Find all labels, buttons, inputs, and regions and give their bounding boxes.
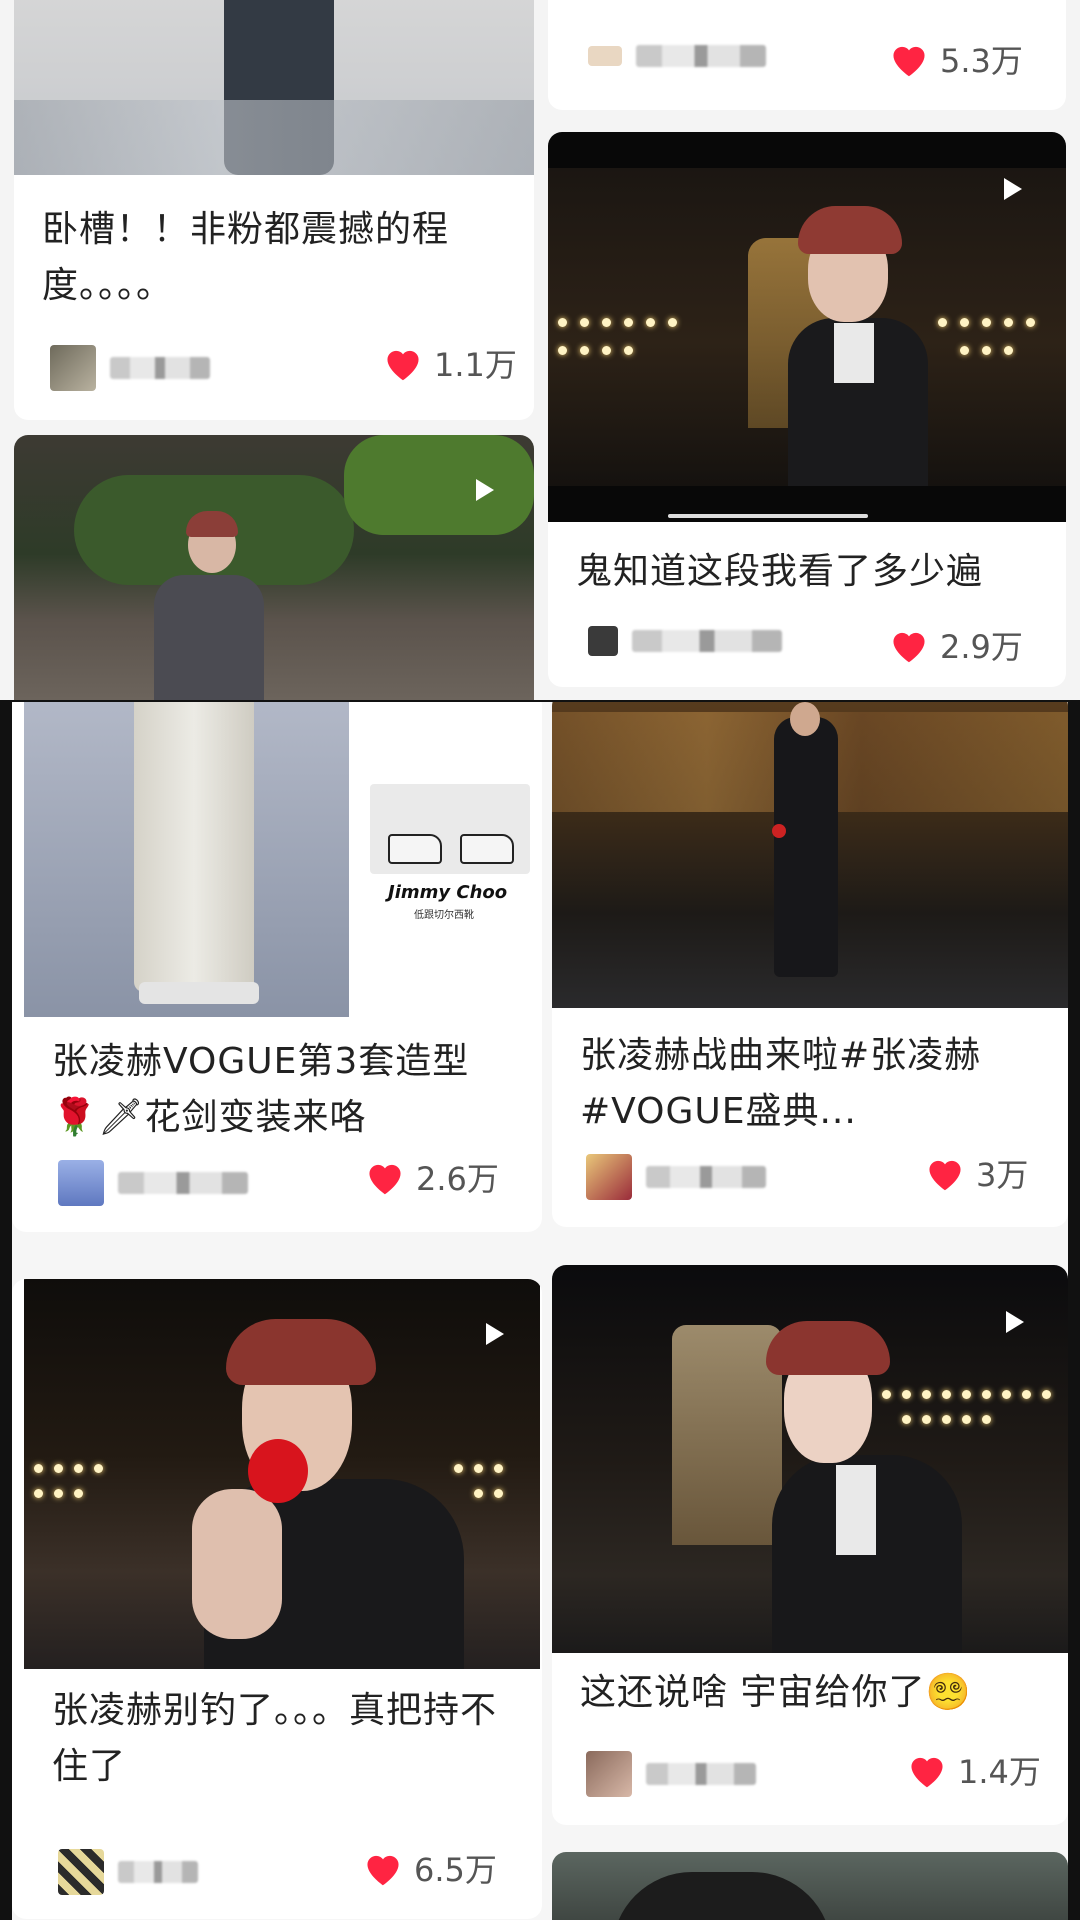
author-info[interactable] bbox=[588, 45, 766, 67]
card-thumbnail[interactable] bbox=[552, 702, 1068, 1008]
card-thumbnail[interactable] bbox=[548, 132, 1066, 522]
like-count[interactable]: 3万 bbox=[924, 1150, 1028, 1196]
like-count[interactable]: 1.1万 bbox=[382, 340, 517, 386]
heart-icon bbox=[367, 1855, 399, 1886]
feed-panel-bottom: Jimmy Choo 低跟切尔西靴 张凌赫VOGUE第3套造型🌹🗡花剑变装来咯 … bbox=[12, 702, 1068, 1920]
like-count[interactable]: 2.9万 bbox=[888, 622, 1023, 668]
feed-card[interactable] bbox=[14, 435, 534, 700]
card-title: 张凌赫别钓了。。。真把持不住了 bbox=[52, 1690, 498, 1787]
heart-icon bbox=[893, 46, 925, 77]
author-name-redacted bbox=[646, 1763, 756, 1785]
author-info[interactable] bbox=[50, 345, 210, 391]
like-count[interactable]: 6.5万 bbox=[362, 1845, 497, 1891]
heart-icon bbox=[929, 1160, 961, 1191]
avatar bbox=[58, 1160, 104, 1206]
feed-card[interactable]: 5.3万 bbox=[548, 0, 1066, 110]
like-count[interactable]: 1.4万 bbox=[906, 1747, 1041, 1793]
heart-icon bbox=[911, 1757, 943, 1788]
card-title: 张凌赫VOGUE第3套造型🌹🗡花剑变装来咯 bbox=[52, 1041, 470, 1138]
author-info[interactable] bbox=[588, 626, 782, 656]
card-thumbnail[interactable]: Jimmy Choo 低跟切尔西靴 bbox=[24, 702, 542, 1017]
like-count[interactable]: 2.6万 bbox=[364, 1154, 499, 1200]
thumbnail-caption: Jimmy Choo bbox=[388, 882, 508, 903]
author-info[interactable] bbox=[58, 1849, 198, 1895]
avatar bbox=[586, 1154, 632, 1200]
author-info[interactable] bbox=[586, 1751, 756, 1797]
feed-card[interactable]: 鬼知道这段我看了多少遍 2.9万 bbox=[548, 132, 1066, 687]
feed-card[interactable]: 卧槽！！非粉都震撼的程度。。。。 1.1万 bbox=[14, 0, 534, 420]
heart-icon bbox=[387, 350, 419, 381]
card-title: 卧槽！！非粉都震撼的程度。。。。 bbox=[42, 209, 450, 306]
card-thumbnail[interactable] bbox=[552, 1852, 1068, 1920]
avatar bbox=[586, 1751, 632, 1797]
feed-card[interactable] bbox=[552, 1852, 1068, 1920]
card-thumbnail[interactable] bbox=[552, 1265, 1068, 1653]
card-title: 鬼知道这段我看了多少遍 bbox=[576, 551, 984, 592]
heart-icon bbox=[369, 1164, 401, 1195]
thumbnail-subcaption: 低跟切尔西靴 bbox=[414, 910, 474, 921]
author-name-redacted bbox=[110, 357, 210, 379]
card-thumbnail[interactable] bbox=[14, 0, 534, 175]
card-title: 这还说啥 宇宙给你了😵‍💫 bbox=[580, 1672, 972, 1713]
author-name-redacted bbox=[118, 1861, 198, 1883]
like-count[interactable]: 5.3万 bbox=[888, 36, 1023, 82]
heart-icon bbox=[893, 632, 925, 663]
avatar bbox=[588, 626, 618, 656]
play-icon[interactable] bbox=[476, 479, 494, 501]
feed-card[interactable]: 张凌赫战曲来啦#张凌赫 #VOGUE盛典... 3万 bbox=[552, 702, 1068, 1227]
author-name-redacted bbox=[646, 1166, 766, 1188]
feed-card[interactable]: 张凌赫别钓了。。。真把持不住了 6.5万 bbox=[12, 1279, 542, 1919]
avatar bbox=[50, 345, 96, 391]
play-icon[interactable] bbox=[1006, 1311, 1024, 1333]
card-thumbnail[interactable] bbox=[14, 435, 534, 700]
video-progress-bar[interactable] bbox=[668, 514, 868, 518]
card-thumbnail[interactable] bbox=[24, 1279, 540, 1669]
author-name-redacted bbox=[118, 1172, 248, 1194]
play-icon[interactable] bbox=[486, 1323, 504, 1345]
avatar bbox=[58, 1849, 104, 1895]
avatar bbox=[588, 46, 622, 66]
feed-card[interactable]: 这还说啥 宇宙给你了😵‍💫 1.4万 bbox=[552, 1265, 1068, 1825]
feed-card[interactable]: Jimmy Choo 低跟切尔西靴 张凌赫VOGUE第3套造型🌹🗡花剑变装来咯 … bbox=[12, 702, 542, 1232]
play-icon[interactable] bbox=[1004, 178, 1022, 200]
author-name-redacted bbox=[632, 630, 782, 652]
author-name-redacted bbox=[636, 45, 766, 67]
author-info[interactable] bbox=[586, 1154, 766, 1200]
card-title: 张凌赫战曲来啦#张凌赫 #VOGUE盛典... bbox=[580, 1035, 982, 1132]
author-info[interactable] bbox=[58, 1160, 248, 1206]
feed-panel-top: 卧槽！！非粉都震撼的程度。。。。 1.1万 5.3万 鬼知道这段我看了多少遍 2… bbox=[0, 0, 1080, 700]
